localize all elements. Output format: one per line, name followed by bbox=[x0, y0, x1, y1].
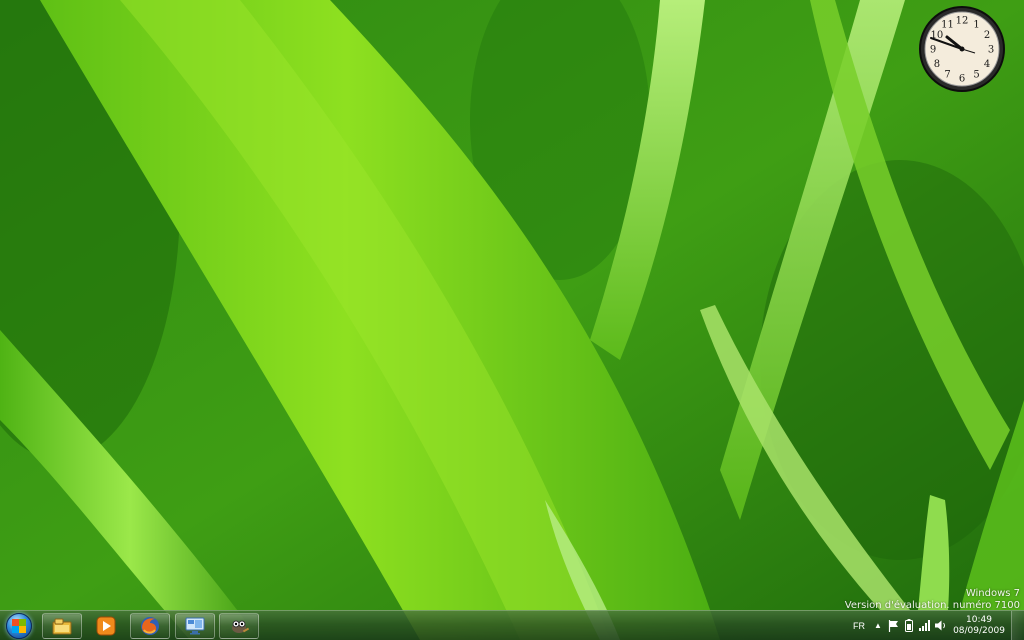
start-button[interactable] bbox=[2, 612, 36, 640]
notification-area: FR ▲ 10:49 08/09/2009 bbox=[847, 611, 1024, 640]
clock-numeral: 9 bbox=[930, 45, 936, 56]
taskbar-media-player-button[interactable] bbox=[86, 613, 126, 639]
clock-numeral: 7 bbox=[944, 70, 950, 81]
taskbar-firefox-button[interactable] bbox=[130, 613, 170, 639]
folder-icon bbox=[52, 618, 72, 635]
taskbar-date: 08/09/2009 bbox=[953, 625, 1005, 636]
taskbar-monitor-app-button[interactable] bbox=[175, 613, 215, 639]
taskbar-explorer-button[interactable] bbox=[42, 613, 82, 639]
firefox-icon bbox=[141, 617, 159, 635]
taskbar-gimp-button[interactable] bbox=[219, 613, 259, 639]
volume-icon[interactable] bbox=[933, 618, 949, 634]
battery-icon[interactable] bbox=[901, 618, 917, 634]
clock-numeral: 12 bbox=[956, 16, 969, 27]
network-signal-icon[interactable] bbox=[917, 618, 933, 634]
monitor-icon bbox=[185, 617, 205, 635]
clock-gadget[interactable]: 12 1234567891011 bbox=[918, 5, 1006, 93]
taskbar-time: 10:49 bbox=[966, 614, 992, 625]
clock-numeral: 1 bbox=[973, 19, 979, 30]
action-center-flag-icon[interactable] bbox=[885, 618, 901, 634]
taskbar-clock[interactable]: 10:49 08/09/2009 bbox=[949, 615, 1009, 637]
media-player-icon bbox=[96, 616, 116, 636]
windows-orb-icon bbox=[6, 613, 32, 639]
evaluation-watermark: Windows 7 Version d'évaluation. numéro 7… bbox=[845, 588, 1020, 612]
clock-numeral: 11 bbox=[941, 19, 954, 30]
clock-numeral: 5 bbox=[973, 70, 979, 81]
clock-numeral: 2 bbox=[984, 30, 990, 41]
taskbar: FR ▲ 10:49 08/09/2009 bbox=[0, 610, 1024, 640]
clock-numeral: 8 bbox=[934, 59, 940, 70]
clock-numeral: 6 bbox=[959, 74, 965, 85]
watermark-os-name: Windows 7 bbox=[965, 588, 1020, 599]
gimp-icon bbox=[232, 620, 250, 633]
clock-numeral: 4 bbox=[984, 59, 990, 70]
show-hidden-icons-button[interactable]: ▲ bbox=[871, 621, 885, 630]
desktop-wallpaper[interactable] bbox=[0, 0, 1024, 640]
clock-numeral: 3 bbox=[988, 45, 994, 56]
language-indicator[interactable]: FR bbox=[847, 621, 871, 631]
show-desktop-button[interactable] bbox=[1011, 611, 1024, 640]
